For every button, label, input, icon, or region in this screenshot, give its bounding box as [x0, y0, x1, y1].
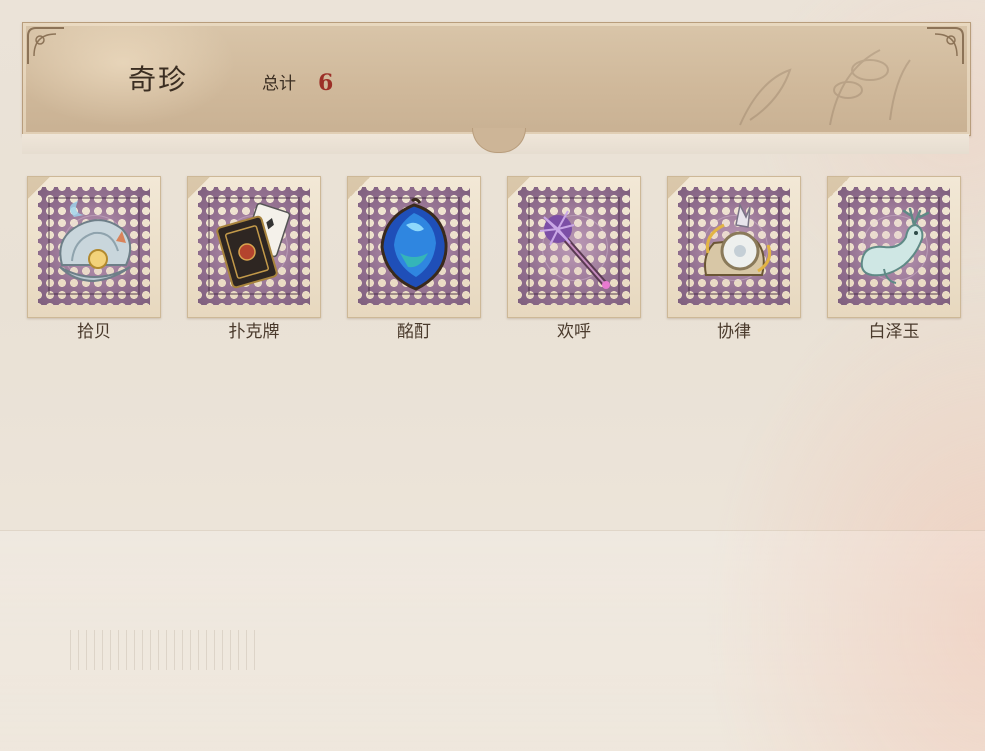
- item-label: 欢呼: [557, 322, 591, 342]
- playing-cards-icon: [216, 202, 291, 289]
- collection-item-baizeyu[interactable]: 白泽玉: [827, 176, 961, 346]
- corner-ornament-icon: [27, 27, 64, 64]
- item-card: [187, 176, 321, 318]
- golden-clockwork-icon: [704, 202, 772, 276]
- item-label: 协律: [717, 322, 751, 342]
- collection-item-shibei[interactable]: 拾贝: [27, 176, 161, 346]
- total-count-value: 6: [318, 70, 334, 96]
- total-count-label: 总计: [262, 74, 296, 94]
- blue-crystal-heart-icon: [380, 197, 448, 291]
- jade-deer-icon: [860, 207, 930, 284]
- item-label: 扑克牌: [228, 322, 280, 342]
- page-title: 奇珍: [128, 63, 189, 96]
- item-card: [507, 176, 641, 318]
- corner-ornament-icon: [927, 27, 964, 64]
- collection-item-poker[interactable]: 扑克牌: [187, 176, 321, 346]
- item-label: 白泽玉: [868, 322, 920, 342]
- flower-decoration-icon: [739, 49, 911, 126]
- collection-item-xielv[interactable]: 协律: [667, 176, 801, 346]
- pearl-shell-icon: [59, 201, 132, 283]
- item-label: 拾贝: [77, 322, 111, 342]
- item-label: 酩酊: [397, 322, 431, 342]
- item-card: [667, 176, 801, 318]
- item-card: [27, 176, 161, 318]
- item-card: [347, 176, 481, 318]
- background-ruler-decoration: [70, 630, 260, 670]
- purple-pompom-staff-icon: [539, 210, 610, 289]
- collection-item-mingding[interactable]: 酩酊: [347, 176, 481, 346]
- collection-item-huanhu[interactable]: 欢呼: [507, 176, 641, 346]
- item-card: [827, 176, 961, 318]
